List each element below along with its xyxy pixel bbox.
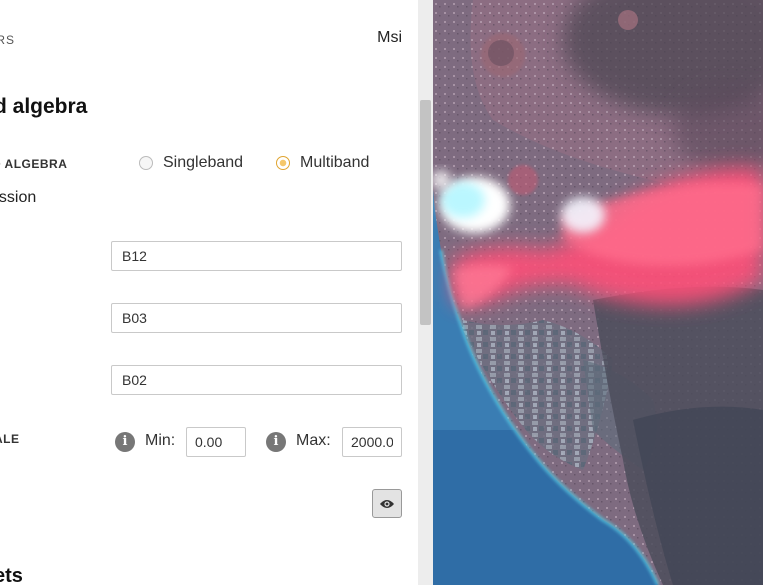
radio-multiband[interactable]: Multiband — [276, 154, 369, 172]
satellite-map[interactable] — [433, 0, 763, 585]
red-band-input[interactable] — [111, 241, 402, 271]
min-info-icon[interactable]: i — [115, 432, 135, 452]
preview-button[interactable] — [372, 489, 402, 518]
scrollbar-thumb[interactable] — [420, 100, 431, 325]
radio-multiband-label: Multiband — [300, 154, 370, 171]
radio-singleband-indicator[interactable] — [139, 156, 153, 170]
band-algebra-label: D ALGEBRA — [0, 157, 68, 171]
expression-label: ession — [0, 189, 37, 206]
radio-singleband-label: Singleband — [163, 154, 244, 171]
sensor-name: Msi — [377, 29, 402, 46]
next-section-title: ets — [0, 565, 23, 585]
satellite-image — [433, 0, 763, 585]
radio-multiband-indicator[interactable] — [276, 156, 290, 170]
eye-icon — [380, 499, 394, 508]
breadcrumb[interactable]: ORS — [0, 33, 15, 47]
scale-label: ALE — [0, 432, 20, 446]
section-title: d algebra — [0, 95, 88, 118]
max-info-icon[interactable]: i — [266, 432, 286, 452]
side-panel: ORS Msi d algebra D ALGEBRA Singleband M… — [0, 0, 418, 585]
min-input[interactable] — [186, 427, 246, 457]
radio-singleband[interactable]: Singleband — [139, 154, 243, 172]
min-label: Min: — [145, 432, 176, 449]
green-band-input[interactable] — [111, 303, 402, 333]
panel-scrollbar[interactable] — [418, 0, 433, 585]
max-label: Max: — [296, 432, 331, 449]
max-input[interactable] — [342, 427, 402, 457]
blue-band-input[interactable] — [111, 365, 402, 395]
